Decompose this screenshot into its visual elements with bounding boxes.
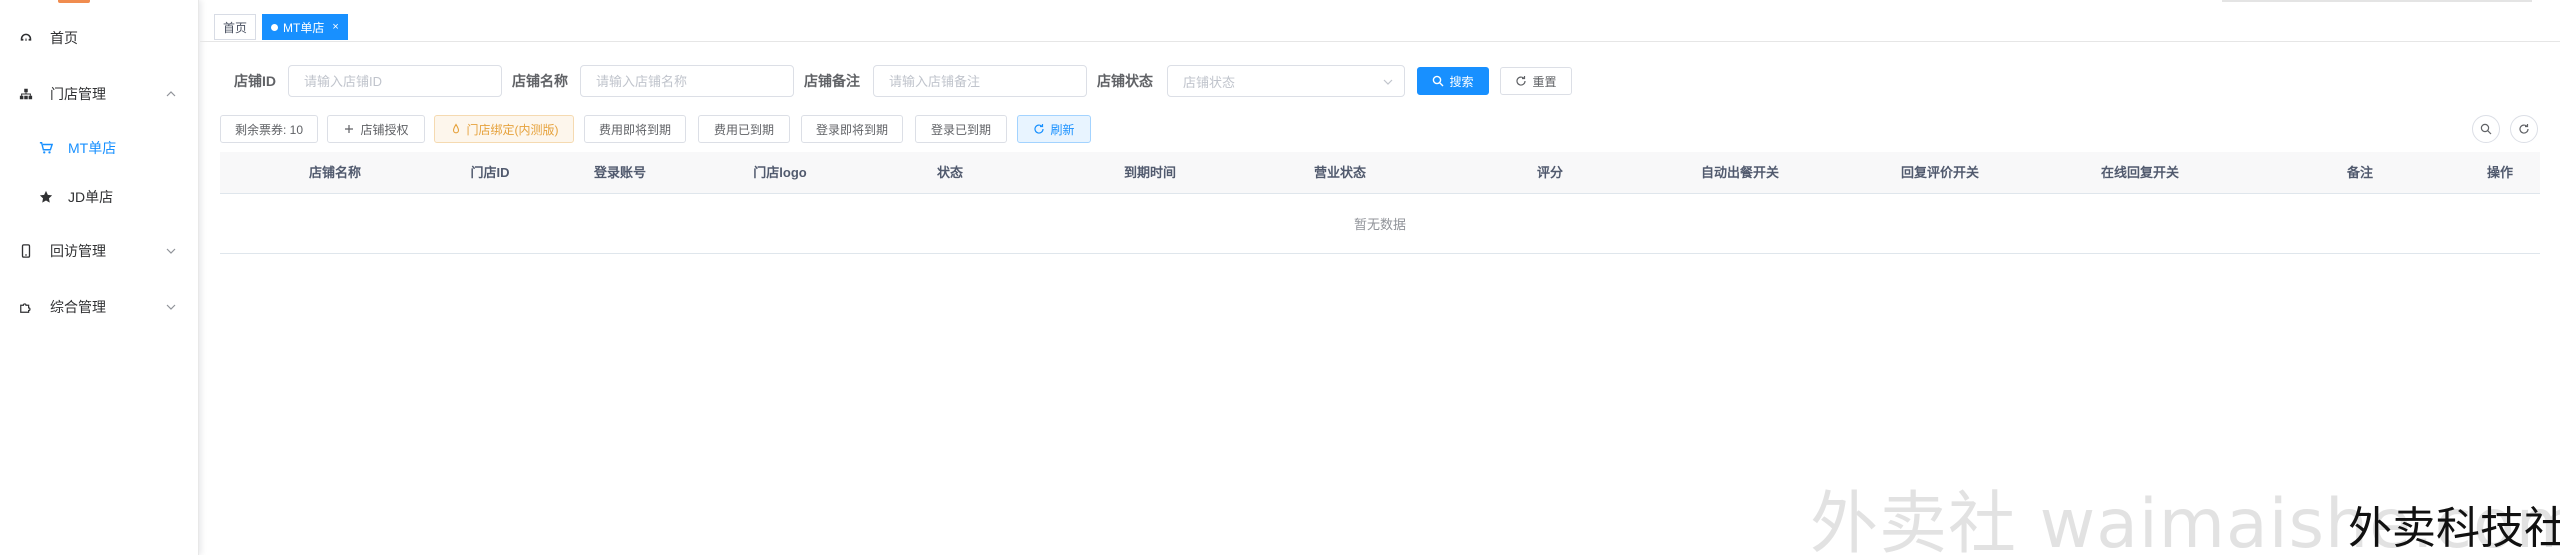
store-auth-button[interactable]: 店铺授权 [327, 115, 425, 143]
store-name-input[interactable] [596, 73, 778, 89]
tag-home[interactable]: 首页 [214, 14, 257, 40]
login-expiring-label: 登录即将到期 [815, 122, 888, 137]
fee-expired-button[interactable]: 费用已到期 [698, 115, 790, 143]
column-header: 营业状态 [1313, 165, 1366, 180]
search-button[interactable]: 搜索 [1417, 67, 1489, 95]
tag-mt-store[interactable]: MT单店 × [262, 14, 348, 40]
table-empty-state: 暂无数据 [220, 194, 2540, 254]
store-bind-button[interactable]: 门店绑定(内测版) [434, 115, 574, 143]
refresh-label: 刷新 [1050, 122, 1075, 137]
remaining-votes-label: 剩余票券: 10 [234, 122, 304, 137]
column-header: 自动出餐开关 [1700, 165, 1779, 180]
store-note-field[interactable] [873, 65, 1087, 97]
store-status-label: 店铺状态 [1097, 73, 1153, 89]
store-note-input[interactable] [889, 73, 1071, 89]
sidebar-item-label: JD单店 [68, 189, 114, 205]
refresh-icon [1034, 124, 1045, 134]
fee-expired-label: 费用已到期 [713, 122, 774, 137]
reset-button[interactable]: 重置 [1500, 67, 1572, 95]
puzzle-icon [18, 299, 34, 315]
tag-label: 首页 [223, 20, 248, 35]
store-id-input[interactable] [304, 73, 486, 89]
column-header: 门店logo [753, 165, 807, 180]
dashboard-icon [18, 30, 34, 46]
store-id-field[interactable] [288, 65, 502, 97]
tags-view: 首页 MT单店 × [200, 10, 2560, 42]
column-header: 门店ID [470, 165, 510, 180]
column-header: 回复评价开关 [1900, 165, 1979, 180]
phone-icon [18, 243, 34, 259]
refresh-icon [2519, 124, 2529, 134]
select-placeholder: 店铺状态 [1183, 74, 1236, 90]
store-status-select[interactable]: 店铺状态 [1167, 65, 1405, 97]
chevron-down-icon [1383, 79, 1393, 85]
chevron-down-icon [166, 248, 176, 254]
store-name-field[interactable] [580, 65, 794, 97]
column-header: 到期时间 [1123, 165, 1176, 180]
login-expired-button[interactable]: 登录已到期 [915, 115, 1007, 143]
fee-expiring-label: 费用即将到期 [598, 122, 671, 137]
top-strip [2222, 0, 2532, 2]
remaining-votes-button[interactable]: 剩余票券: 10 [220, 115, 318, 143]
search-icon [2480, 123, 2492, 135]
sidebar: 首页 门店管理 MT单店 JD单店 回访管理 综合管理 [0, 0, 199, 555]
search-button-label: 搜索 [1449, 74, 1474, 89]
reset-button-label: 重置 [1532, 74, 1557, 89]
column-header: 备注 [2346, 165, 2373, 180]
store-bind-label: 门店绑定(内测版) [466, 122, 559, 137]
column-header: 操作 [2486, 165, 2513, 180]
sidebar-item-store-management[interactable]: 门店管理 [0, 72, 199, 116]
toggle-search-button[interactable] [2472, 115, 2500, 143]
search-icon [1433, 75, 1444, 87]
column-header: 登录账号 [593, 165, 646, 180]
refresh-button[interactable]: 刷新 [1017, 115, 1091, 143]
store-note-label: 店铺备注 [804, 73, 860, 89]
watermark-overlay: 外卖科技社 [2348, 503, 2560, 554]
sidebar-item-revisit-management[interactable]: 回访管理 [0, 229, 199, 273]
refresh-icon [1516, 76, 1527, 86]
drop-icon [452, 123, 459, 134]
refresh-table-button[interactable] [2510, 115, 2538, 143]
column-header: 在线回复开关 [2100, 165, 2179, 180]
column-header: 状态 [936, 165, 963, 180]
star-icon [38, 189, 54, 205]
sidebar-item-label: MT单店 [68, 140, 117, 156]
column-header: 店铺名称 [308, 165, 361, 180]
store-name-label: 店铺名称 [512, 73, 568, 89]
table-header: 店铺名称 门店ID 登录账号 门店logo 状态 到期时间 营业状态 评分 自动… [220, 152, 2540, 194]
store-id-label: 店铺ID [234, 73, 276, 89]
sidebar-item-mt-store[interactable]: MT单店 [0, 126, 199, 170]
fee-expiring-button[interactable]: 费用即将到期 [584, 115, 686, 143]
store-auth-label: 店铺授权 [360, 122, 409, 137]
chevron-down-icon [166, 304, 176, 310]
sidebar-item-label: 首页 [50, 30, 78, 46]
active-dot-icon [271, 23, 278, 31]
login-expiring-button[interactable]: 登录即将到期 [801, 115, 903, 143]
sidebar-item-label: 回访管理 [50, 243, 106, 259]
sidebar-item-jd-store[interactable]: JD单店 [0, 175, 199, 219]
login-expired-label: 登录已到期 [930, 122, 991, 137]
column-header: 评分 [1536, 165, 1563, 180]
logo-strip [58, 0, 90, 3]
sidebar-item-general-management[interactable]: 综合管理 [0, 285, 199, 329]
tag-label: MT单店 [283, 20, 325, 35]
sidebar-item-home[interactable]: 首页 [0, 16, 199, 60]
close-icon[interactable]: × [332, 21, 338, 33]
sidebar-item-label: 门店管理 [50, 86, 106, 102]
chevron-up-icon [166, 91, 176, 97]
sidebar-item-label: 综合管理 [50, 299, 106, 315]
plus-icon [345, 125, 354, 133]
shopping-cart-icon [38, 140, 54, 156]
tree-icon [18, 86, 34, 102]
